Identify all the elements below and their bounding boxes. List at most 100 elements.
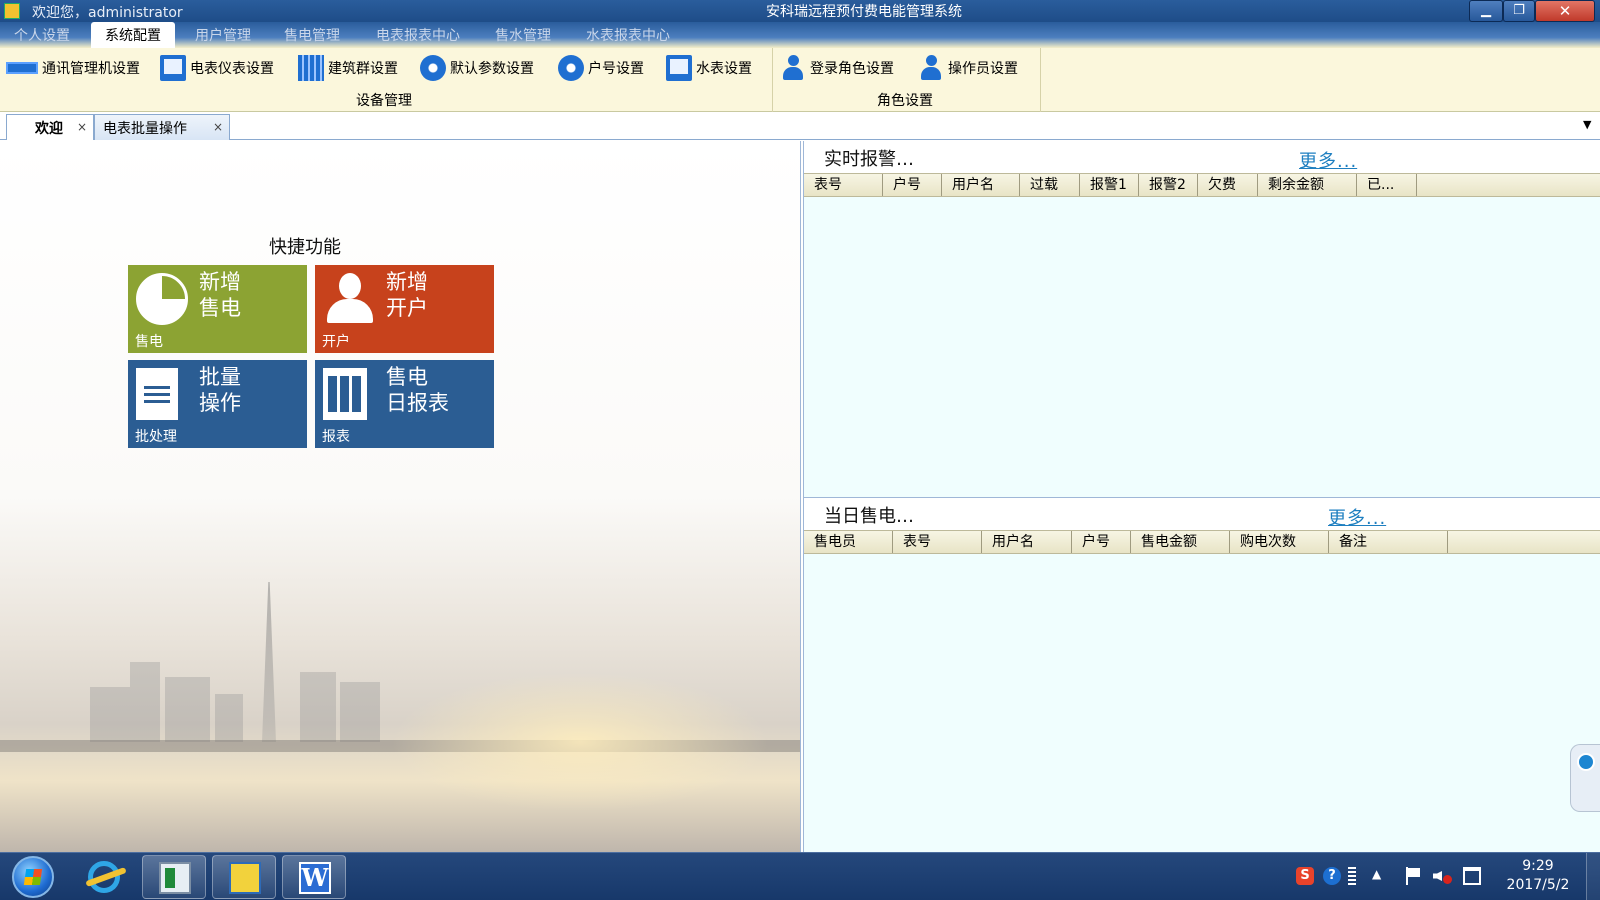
- tab-meter-batch-label: 电表批量操作: [103, 121, 187, 137]
- show-hidden-icons-icon[interactable]: ▲: [1372, 867, 1386, 885]
- column-header[interactable]: 备注: [1329, 531, 1448, 553]
- column-header[interactable]: 用户名: [942, 174, 1020, 196]
- column-header[interactable]: 用户名: [982, 531, 1072, 553]
- gear-icon: [420, 55, 446, 81]
- comm-manager-icon: [6, 62, 38, 74]
- building-settings-label: 建筑群设置: [328, 61, 398, 77]
- ribbon-group-separator: [1040, 48, 1041, 112]
- close-button[interactable]: ✕: [1535, 0, 1595, 22]
- background-building: [130, 662, 160, 742]
- alarm-panel-title: 实时报警…: [824, 149, 914, 170]
- operator-settings-button[interactable]: 操作员设置: [918, 54, 1018, 82]
- remote-assist-widget[interactable]: [1570, 744, 1600, 812]
- login-role-icon: [780, 55, 806, 81]
- comm-manager-settings-button[interactable]: 通讯管理机设置: [6, 54, 140, 82]
- show-desktop-button[interactable]: [1586, 853, 1600, 900]
- user-icon: [323, 273, 375, 325]
- default-params-label: 默认参数设置: [450, 61, 534, 77]
- menu-item-system-config[interactable]: 系统配置: [91, 22, 175, 48]
- default-params-button[interactable]: 默认参数设置: [420, 54, 534, 82]
- menu-item-sales-management[interactable]: 售电管理: [284, 25, 340, 45]
- column-header[interactable]: 售电金额: [1131, 531, 1230, 553]
- remote-tool-icon: [229, 862, 261, 894]
- sogou-input-icon[interactable]: S: [1296, 867, 1314, 885]
- daily-sales-report-tile[interactable]: 售电 日报表 报表: [315, 360, 494, 448]
- household-icon: [558, 55, 584, 81]
- column-header[interactable]: 购电次数: [1230, 531, 1329, 553]
- network-icon[interactable]: [1463, 867, 1481, 885]
- sales-more-link[interactable]: 更多...: [1328, 504, 1386, 530]
- maximize-button[interactable]: ❐: [1503, 0, 1535, 22]
- start-button[interactable]: [12, 856, 54, 898]
- taskbar-internet-explorer[interactable]: [72, 855, 136, 899]
- column-header[interactable]: 售电员: [804, 531, 893, 553]
- tab-welcome[interactable]: 欢迎 ×: [6, 114, 94, 140]
- close-icon[interactable]: ×: [213, 120, 223, 134]
- new-account-tile[interactable]: 新增 开户 开户: [315, 265, 494, 353]
- report-book-icon: [323, 368, 367, 420]
- quick-functions-title: 快捷功能: [269, 237, 341, 258]
- tab-welcome-label: 欢迎: [35, 121, 63, 137]
- column-header[interactable]: 户号: [1072, 531, 1131, 553]
- menu-item-meter-report-center[interactable]: 电表报表中心: [376, 25, 460, 45]
- building-settings-button[interactable]: 建筑群设置: [298, 54, 398, 82]
- role-settings-group-label: 角色设置: [877, 93, 933, 109]
- daily-sales-panel: 当日售电… 更多... 售电员 表号 用户名 户号 售电金额 购电次数 备注: [803, 498, 1600, 852]
- ribbon-group-separator: [772, 48, 773, 112]
- meter-settings-button[interactable]: 电表仪表设置: [160, 54, 274, 82]
- taskbar-prepaid-meter-app[interactable]: [142, 855, 206, 899]
- water-meter-settings-button[interactable]: 水表设置: [666, 54, 752, 82]
- new-sale-tile[interactable]: 新增 售电 售电: [128, 265, 307, 353]
- column-header[interactable]: 报警1: [1080, 174, 1139, 196]
- taskbar-remote-tool[interactable]: [212, 855, 276, 899]
- volume-muted-icon[interactable]: [1433, 867, 1452, 885]
- operator-settings-label: 操作员设置: [948, 61, 1018, 77]
- login-role-settings-button[interactable]: 登录角色设置: [780, 54, 894, 82]
- action-center-flag-icon[interactable]: [1404, 867, 1422, 885]
- clock[interactable]: 9:29 2017/5/2: [1498, 857, 1578, 895]
- tab-meter-batch[interactable]: 电表批量操作 ×: [94, 114, 230, 140]
- menu-item-user-management[interactable]: 用户管理: [195, 25, 251, 45]
- title-bar: 欢迎您，administrator 安科瑞远程预付费电能管理系统 ▁ ❐ ✕: [0, 0, 1600, 24]
- background-building: [215, 694, 243, 742]
- new-account-tile-title: 新增 开户: [386, 270, 428, 320]
- sales-panel-title: 当日售电…: [824, 506, 914, 527]
- minimize-button[interactable]: ▁: [1469, 0, 1503, 22]
- batch-operation-tile[interactable]: 批量 操作 批处理: [128, 360, 307, 448]
- meter-icon: [160, 55, 186, 81]
- column-header[interactable]: 表号: [804, 174, 883, 196]
- taskbar-word[interactable]: W: [282, 855, 346, 899]
- chevron-down-icon[interactable]: ▼: [1583, 118, 1591, 131]
- menu-item-water-report-center[interactable]: 水表报表中心: [586, 25, 670, 45]
- column-header[interactable]: 欠费: [1198, 174, 1258, 196]
- column-header[interactable]: 已...: [1357, 174, 1417, 196]
- alarm-more-link[interactable]: 更多...: [1299, 147, 1357, 173]
- batch-operation-tile-title: 批量 操作: [199, 365, 241, 415]
- household-settings-button[interactable]: 户号设置: [558, 54, 644, 82]
- menu-bar: 个人设置 系统配置 用户管理 售电管理 电表报表中心 售水管理 水表报表中心: [0, 22, 1600, 48]
- column-header[interactable]: 报警2: [1139, 174, 1198, 196]
- help-icon[interactable]: ?: [1323, 867, 1341, 885]
- operator-icon: [918, 55, 944, 81]
- column-header[interactable]: 过载: [1020, 174, 1080, 196]
- close-icon[interactable]: ×: [77, 120, 87, 134]
- water-meter-settings-label: 水表设置: [696, 61, 752, 77]
- column-header[interactable]: 剩余金额: [1258, 174, 1357, 196]
- word-icon: W: [299, 862, 331, 894]
- new-sale-tile-caption: 售电: [135, 334, 163, 350]
- meter-app-icon: [159, 862, 191, 894]
- background-building: [165, 677, 210, 742]
- tray-small-icon[interactable]: [1348, 867, 1356, 885]
- menu-item-personal-settings[interactable]: 个人设置: [14, 25, 70, 45]
- daily-sales-report-tile-title: 售电 日报表: [386, 365, 449, 415]
- background-building: [90, 687, 130, 742]
- remote-assist-icon: [1577, 753, 1595, 771]
- household-settings-label: 户号设置: [588, 61, 644, 77]
- column-header[interactable]: 表号: [893, 531, 982, 553]
- realtime-alarm-panel: 实时报警… 更多... 表号 户号 用户名 过载 报警1 报警2 欠费 剩余金额…: [803, 141, 1600, 498]
- welcome-pane: 快捷功能 新增 售电 售电 新增 开户 开户 批量 操作 批处理 售电 日报表 报表: [0, 141, 801, 852]
- meter-settings-label: 电表仪表设置: [190, 61, 274, 77]
- column-header[interactable]: 户号: [883, 174, 942, 196]
- menu-item-water-sales[interactable]: 售水管理: [495, 25, 551, 45]
- taskbar: W S ? ▲ 9:29 2017/5/2: [0, 852, 1600, 900]
